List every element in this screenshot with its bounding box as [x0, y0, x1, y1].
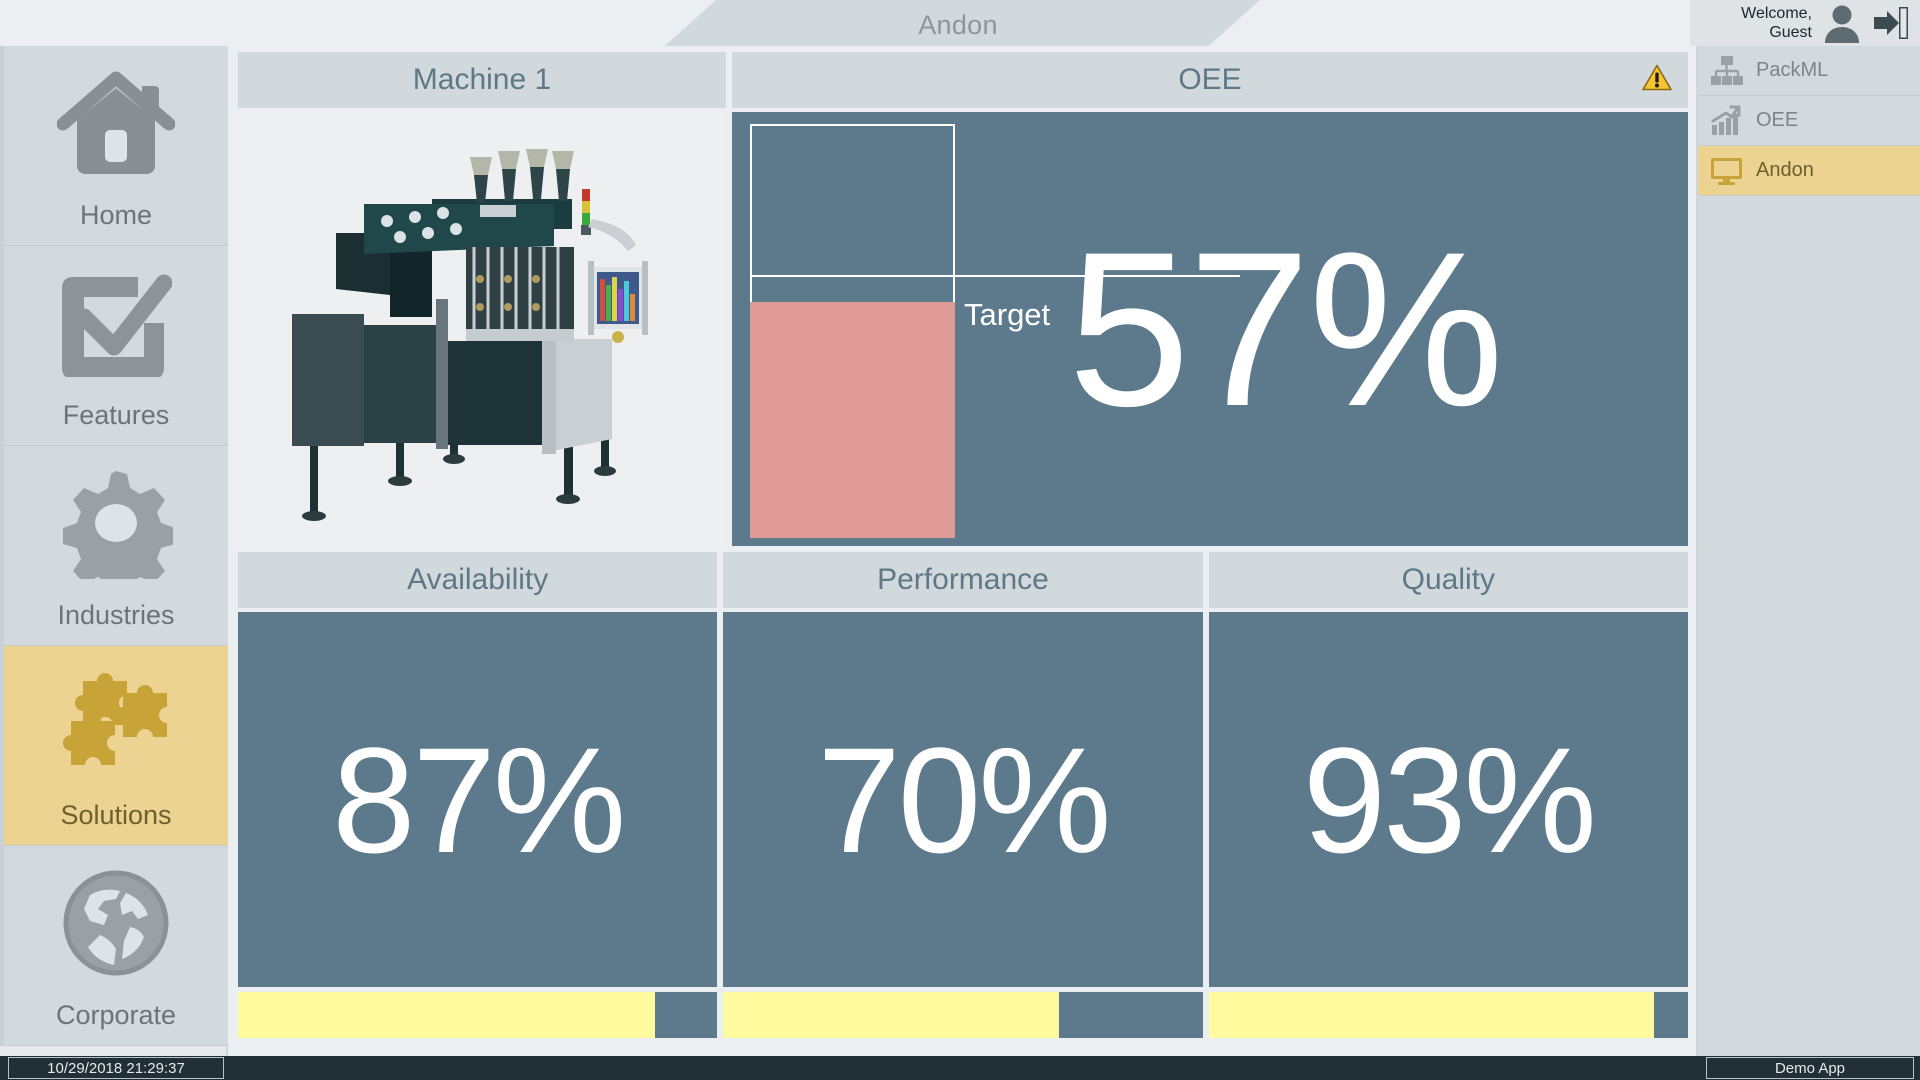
quality-panel-header: Quality: [1208, 552, 1688, 608]
machine-panel-header: Machine 1: [238, 52, 726, 108]
welcome-text: Welcome, Guest: [1734, 4, 1812, 42]
warning-triangle-icon[interactable]: [1642, 64, 1672, 97]
availability-panel-header: Availability: [238, 552, 718, 608]
andon-dashboard-app: Andon Welcome, Guest Home Features Indus…: [0, 0, 1920, 1080]
performance-progress-bar: [723, 992, 1203, 1038]
quality-panel-body: 93%: [1208, 612, 1688, 987]
quality-panel-title: Quality: [1401, 563, 1495, 596]
status-bar: 10/29/2018 21:29:37 Demo App: [0, 1056, 1920, 1080]
monitor-icon: [1708, 155, 1746, 187]
puzzle-pieces-icon: [4, 646, 228, 800]
availability-panel-body: 87%: [238, 612, 718, 987]
right-nav-item-packml[interactable]: PackML: [1698, 46, 1920, 96]
availability-progress-fill: [238, 992, 655, 1038]
quality-progress-fill: [1208, 992, 1655, 1038]
performance-panel-title: Performance: [877, 563, 1049, 596]
user-avatar-icon[interactable]: [1821, 3, 1863, 43]
right-nav-panel: PackML OEE Andon: [1696, 46, 1920, 1056]
performance-progress-fill: [723, 992, 1059, 1038]
top-bar: Andon Welcome, Guest: [0, 0, 1920, 52]
availability-progress-bar: [238, 992, 718, 1038]
machine-panel: Machine 1: [238, 52, 726, 546]
hierarchy-icon: [1708, 55, 1746, 87]
sidebar-item-corporate[interactable]: Corporate: [0, 846, 228, 1046]
quality-panel: Quality 93%: [1208, 552, 1688, 1038]
machine-image: [238, 112, 726, 546]
right-nav-item-label: PackML: [1756, 59, 1829, 81]
kpi-row: Availability 87% Performance 70% Quality…: [238, 552, 1688, 1038]
sidebar-item-industries[interactable]: Industries: [0, 446, 228, 646]
oee-panel: OEE Target 57%: [732, 52, 1688, 546]
oee-panel-body: Target 57%: [732, 112, 1688, 546]
main-content: Machine 1 OEE Target 57% Availability 87…: [232, 46, 1694, 1046]
sidebar-item-label: Corporate: [55, 1000, 177, 1030]
availability-value: 87%: [332, 715, 626, 884]
quality-value: 93%: [1302, 715, 1597, 884]
performance-panel-header: Performance: [723, 552, 1203, 608]
sidebar-item-home[interactable]: Home: [0, 46, 228, 246]
sidebar-item-solutions[interactable]: Solutions: [0, 646, 228, 846]
right-nav-item-label: OEE: [1756, 109, 1799, 131]
bar-chart-arrow-icon: [1708, 105, 1746, 137]
oee-panel-header: OEE: [732, 52, 1688, 108]
right-nav-item-oee[interactable]: OEE: [1698, 96, 1920, 146]
performance-value: 70%: [817, 715, 1111, 884]
right-nav-item-andon[interactable]: Andon: [1698, 146, 1920, 196]
gear-icon: [4, 446, 228, 600]
sidebar-item-label: Home: [79, 200, 153, 230]
top-row: Machine 1 OEE Target 57%: [238, 52, 1688, 546]
status-timestamp: 10/29/2018 21:29:37: [8, 1057, 224, 1079]
oee-value: 57%: [1067, 206, 1504, 452]
sidebar-item-features[interactable]: Features: [0, 246, 228, 446]
globe-icon: [4, 846, 228, 1000]
status-app-name: Demo App: [1706, 1057, 1914, 1079]
home-icon: [4, 46, 228, 200]
right-nav-item-label: Andon: [1756, 159, 1814, 181]
welcome-line-2: Guest: [1769, 24, 1812, 41]
logout-icon[interactable]: [1872, 6, 1910, 40]
sidebar-item-label: Features: [62, 400, 170, 430]
quality-progress-bar: [1208, 992, 1688, 1038]
oee-panel-title: OEE: [1178, 63, 1242, 96]
machine-panel-title: Machine 1: [412, 63, 552, 96]
sidebar-item-label: Solutions: [60, 800, 172, 830]
page-title-tab: Andon: [660, 0, 1260, 50]
user-area: Welcome, Guest: [1690, 0, 1920, 46]
page-title: Andon: [918, 9, 998, 40]
welcome-line-1: Welcome,: [1741, 5, 1812, 22]
availability-panel: Availability 87%: [238, 552, 718, 1038]
checkbox-check-icon: [4, 246, 228, 400]
performance-panel-body: 70%: [723, 612, 1203, 987]
sidebar-item-label: Industries: [57, 600, 175, 630]
left-sidebar: Home Features Industries Solutions Corpo…: [0, 46, 228, 1056]
performance-panel: Performance 70%: [723, 552, 1203, 1038]
availability-panel-title: Availability: [407, 563, 549, 596]
